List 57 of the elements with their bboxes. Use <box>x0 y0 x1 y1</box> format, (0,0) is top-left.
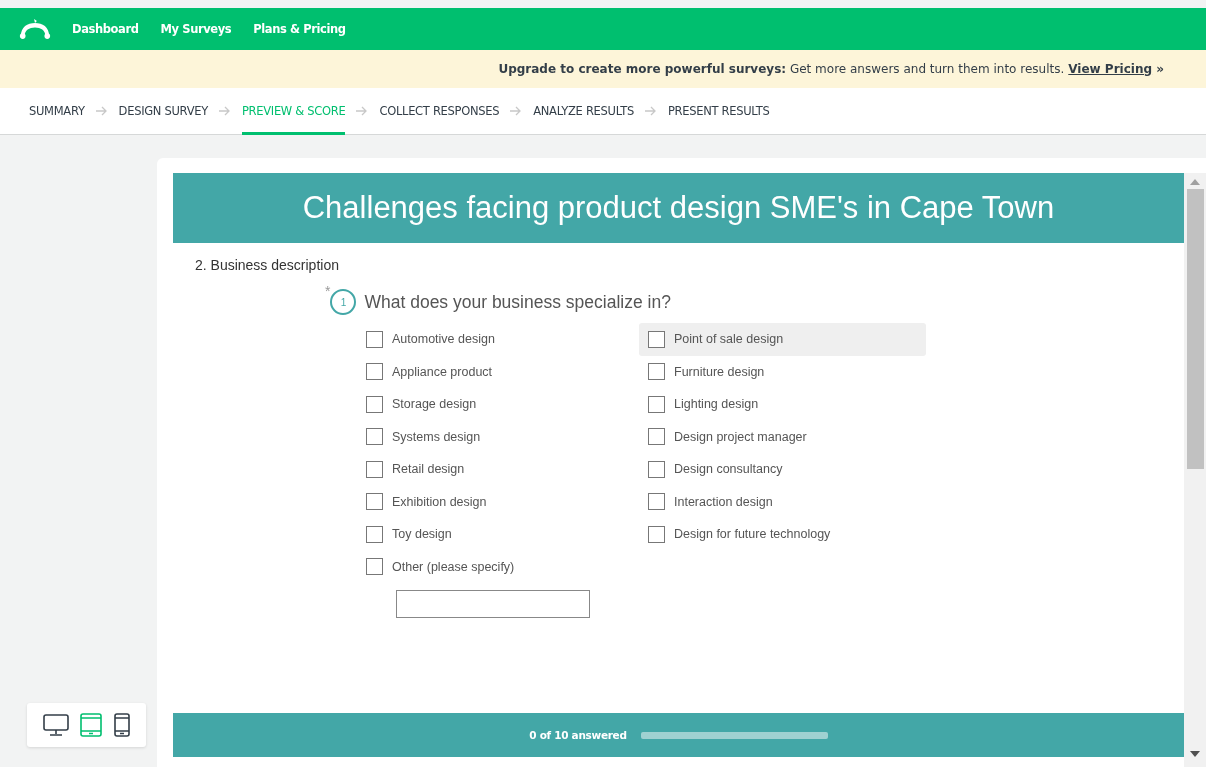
option-label: Design consultancy <box>674 462 783 477</box>
checkbox[interactable] <box>366 395 383 413</box>
arrow-icon <box>95 106 108 116</box>
scroll-down-icon[interactable] <box>1190 751 1200 757</box>
question-number: 1 <box>330 289 357 315</box>
step-tab[interactable]: DESIGN SURVEY <box>118 87 208 135</box>
option-label: Design project manager <box>674 429 807 444</box>
checkbox[interactable] <box>366 363 383 381</box>
phone-icon[interactable] <box>114 713 131 737</box>
arrow-icon <box>510 106 523 116</box>
other-input-field[interactable] <box>396 590 590 618</box>
scrollbar-thumb[interactable] <box>1186 189 1204 469</box>
progress-text: 0 of 10 answered <box>529 729 627 741</box>
checkbox[interactable] <box>366 558 383 576</box>
arrow-icon <box>356 106 369 116</box>
checkbox[interactable] <box>648 493 665 511</box>
option-label: Automotive design <box>392 332 495 347</box>
scrollbar[interactable] <box>1184 173 1206 767</box>
survey-title: Challenges facing product design SME's in Cape Town <box>173 173 1184 243</box>
checkbox[interactable] <box>648 525 665 543</box>
option-label: Systems design <box>392 429 481 444</box>
tablet-icon[interactable] <box>80 713 103 737</box>
step-tab[interactable]: COLLECT RESPONSES <box>379 87 500 135</box>
arrow-icon <box>218 106 231 116</box>
arrow-icon <box>644 106 657 116</box>
option-label: Design for future technology <box>674 527 831 542</box>
option-label: Appliance product <box>392 364 493 379</box>
checkbox[interactable] <box>366 525 383 543</box>
option-label: Lighting design <box>674 397 759 412</box>
required-mark: * <box>325 283 331 299</box>
option-label: Other (please specify) <box>392 559 515 574</box>
option-label: Retail design <box>392 462 465 477</box>
step-tab[interactable]: PRESENT RESULTS <box>667 87 770 135</box>
checkbox[interactable] <box>366 460 383 478</box>
question-text: What does your business specialize in? <box>364 291 671 313</box>
option-label: Point of sale design <box>674 332 784 347</box>
view-pricing-link[interactable]: View Pricing » <box>1068 62 1164 76</box>
logo-icon[interactable] <box>18 18 52 40</box>
checkbox[interactable] <box>366 493 383 511</box>
checkbox[interactable] <box>648 330 665 348</box>
scroll-up-icon[interactable] <box>1190 179 1200 185</box>
desktop-icon[interactable] <box>42 714 69 736</box>
option-label: Toy design <box>392 527 452 542</box>
option-label: Storage design <box>392 397 477 412</box>
page-title: 2. Business description <box>195 257 340 273</box>
option-label: Interaction design <box>674 494 773 509</box>
banner-text: Upgrade to create more powerful surveys: Get more answers and turn them into results. <box>498 62 1065 76</box>
step-tab[interactable]: SUMMARY <box>29 87 85 135</box>
checkbox[interactable] <box>366 330 383 348</box>
option-label: Furniture design <box>674 364 765 379</box>
checkbox[interactable] <box>648 363 665 381</box>
checkbox[interactable] <box>648 460 665 478</box>
option-label: Exhibition design <box>392 494 487 509</box>
checkbox[interactable] <box>648 395 665 413</box>
checkbox[interactable] <box>366 428 383 446</box>
step-tab[interactable]: ANALYZE RESULTS <box>533 87 634 135</box>
checkbox[interactable] <box>648 428 665 446</box>
